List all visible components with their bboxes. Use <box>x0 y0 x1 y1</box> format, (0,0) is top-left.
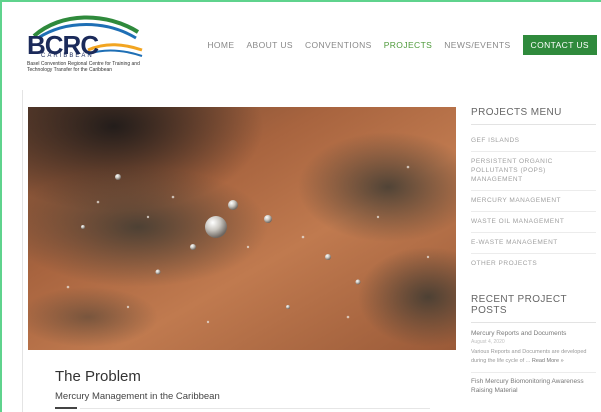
nav-about-us[interactable]: ABOUT US <box>246 40 293 50</box>
hero-image <box>28 107 456 350</box>
menu-item-waste-oil-management[interactable]: WASTE OIL MANAGEMENT <box>471 212 596 233</box>
logo-tagline: Basel Convention Regional Centre for Tra… <box>27 61 140 73</box>
menu-item-other-projects[interactable]: OTHER PROJECTS <box>471 254 596 274</box>
post-title[interactable]: Fish Mercury Biomonitoring Awareness Rai… <box>471 377 601 395</box>
title-accent-rule <box>55 407 77 409</box>
recent-posts-heading: RECENT PROJECT POSTS <box>471 294 567 316</box>
list-item: Fish Mercury Biomonitoring Awareness Rai… <box>471 377 601 395</box>
post-divider <box>471 372 596 373</box>
heading-divider <box>471 322 596 323</box>
content-divider <box>22 90 23 412</box>
menu-item-gef-islands[interactable]: GEF ISLANDS <box>471 131 596 152</box>
menu-item-mercury-management[interactable]: MERCURY MANAGEMENT <box>471 191 596 212</box>
nav-projects[interactable]: PROJECTS <box>384 40 433 50</box>
post-date: August 4, 2020 <box>471 339 505 345</box>
post-excerpt: Various Reports and Documents are develo… <box>471 348 596 366</box>
nav-news-events[interactable]: NEWS/EVENTS <box>444 40 510 50</box>
nav-conventions[interactable]: CONVENTIONS <box>305 40 372 50</box>
page-title: The Problem <box>55 368 141 385</box>
projects-menu-heading: PROJECTS MENU <box>471 107 562 118</box>
sidebar: PROJECTS MENU GEF ISLANDS PERSISTENT ORG… <box>471 107 601 395</box>
post-title[interactable]: Mercury Reports and Documents <box>471 329 601 338</box>
post-excerpt-text: Various Reports and Documents are develo… <box>471 349 587 364</box>
menu-item-pops-management[interactable]: PERSISTENT ORGANIC POLLUTANTS (POPS) MAN… <box>471 152 596 191</box>
list-item: Mercury Reports and Documents August 4, … <box>471 329 601 366</box>
nav-home[interactable]: HOME <box>207 40 234 50</box>
read-more-link[interactable]: Read More » <box>532 358 564 364</box>
heading-divider <box>471 124 596 125</box>
menu-item-e-waste-management[interactable]: E-WASTE MANAGEMENT <box>471 233 596 254</box>
title-divider <box>80 408 430 409</box>
contact-us-button[interactable]: CONTACT US <box>522 35 597 55</box>
main-nav: HOME ABOUT US CONVENTIONS PROJECTS NEWS/… <box>207 35 601 55</box>
page-subtitle: Mercury Management in the Caribbean <box>55 391 220 402</box>
logo-region: CARIBBEAN <box>41 53 94 59</box>
site-header: BCRC CARIBBEAN Basel Convention Regional… <box>0 0 601 90</box>
